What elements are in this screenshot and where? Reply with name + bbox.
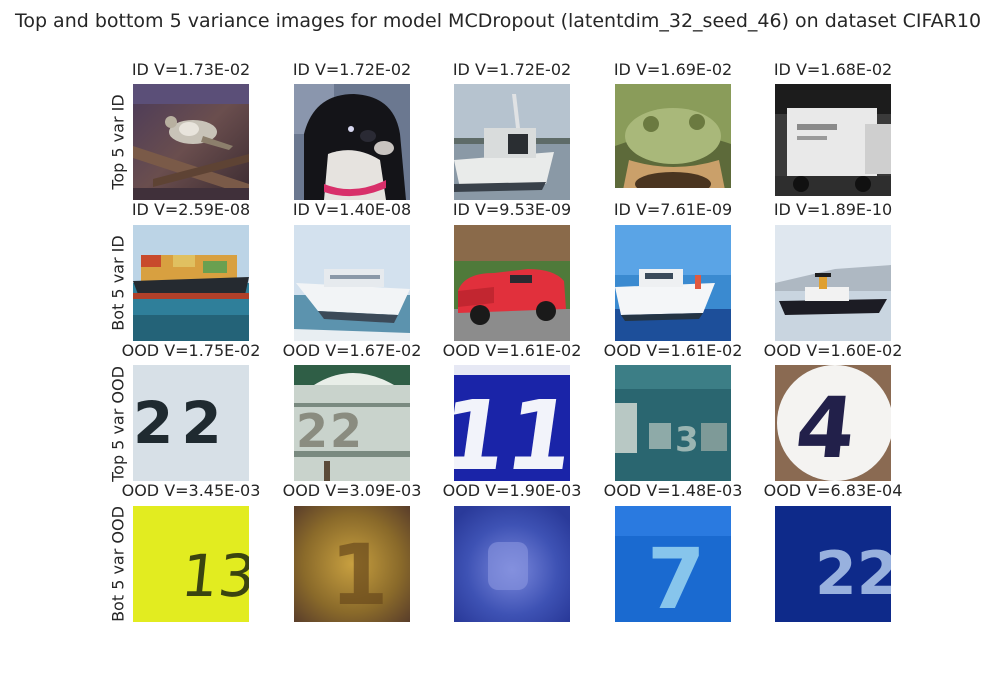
dog-image [294, 84, 410, 200]
frog-image [615, 84, 731, 200]
ship-image [775, 225, 891, 341]
digit-text: 13 [178, 542, 249, 610]
cell-title: ID V=1.68E-02 [773, 60, 893, 79]
row-label-text: Bot 5 var ID [108, 235, 128, 331]
house-number-image: 11 [454, 365, 570, 481]
digit-text: 4 [791, 379, 860, 477]
cell-title: ID V=7.61E-09 [613, 200, 733, 219]
cell-title: OOD V=1.67E-02 [282, 341, 422, 360]
digit-text: 1 [330, 526, 388, 622]
cell-title: ID V=1.69E-02 [613, 60, 733, 79]
digit-text: 7 [647, 530, 705, 622]
cell-title: OOD V=1.61E-02 [603, 341, 743, 360]
red-car-image [454, 225, 570, 341]
house-number-image: 22 [294, 365, 410, 481]
house-number-image: 13 [133, 506, 249, 622]
digit-text: 3 [675, 420, 699, 460]
cell-title: OOD V=1.75E-02 [121, 341, 261, 360]
cell-title: OOD V=1.90E-03 [442, 481, 582, 500]
house-number-image [454, 506, 570, 622]
cell-title: ID V=2.59E-08 [131, 200, 251, 219]
digit-text: 22 [296, 404, 364, 458]
house-number-image: 7 [615, 506, 731, 622]
cell-title: ID V=1.73E-02 [131, 60, 251, 79]
cell-title: OOD V=3.09E-03 [282, 481, 422, 500]
boat-image [454, 84, 570, 200]
bird-image [133, 84, 249, 200]
digit-text: 22 [133, 389, 230, 457]
row-label-text: Top 5 var OOD [108, 366, 128, 482]
cell-title: OOD V=1.60E-02 [763, 341, 903, 360]
truck-image [775, 84, 891, 200]
cell-title: OOD V=6.83E-04 [763, 481, 903, 500]
digit-text: 22 [815, 539, 891, 609]
container-ship-image [133, 225, 249, 341]
house-number-image: 22 [133, 365, 249, 481]
row-label-text: Bot 5 var OOD [108, 506, 128, 622]
figure-title: Top and bottom 5 variance images for mod… [14, 10, 982, 32]
cell-title: OOD V=1.48E-03 [603, 481, 743, 500]
cell-title: ID V=9.53E-09 [452, 200, 572, 219]
boat-image [615, 225, 731, 341]
cell-title: ID V=1.72E-02 [292, 60, 412, 79]
cell-title: OOD V=3.45E-03 [121, 481, 261, 500]
house-number-image: 3 [615, 365, 731, 481]
figure: Top and bottom 5 variance images for mod… [0, 0, 1000, 700]
row-label-text: Top 5 var ID [108, 94, 128, 190]
cell-title: ID V=1.89E-10 [773, 200, 893, 219]
house-number-image: 4 [775, 365, 891, 481]
cell-title: OOD V=1.61E-02 [442, 341, 582, 360]
cell-title: ID V=1.40E-08 [292, 200, 412, 219]
house-number-image: 1 [294, 506, 410, 622]
house-number-image: 22 [775, 506, 891, 622]
cell-title: ID V=1.72E-02 [452, 60, 572, 79]
ship-image [294, 225, 410, 341]
digit-text: 11 [454, 379, 570, 481]
